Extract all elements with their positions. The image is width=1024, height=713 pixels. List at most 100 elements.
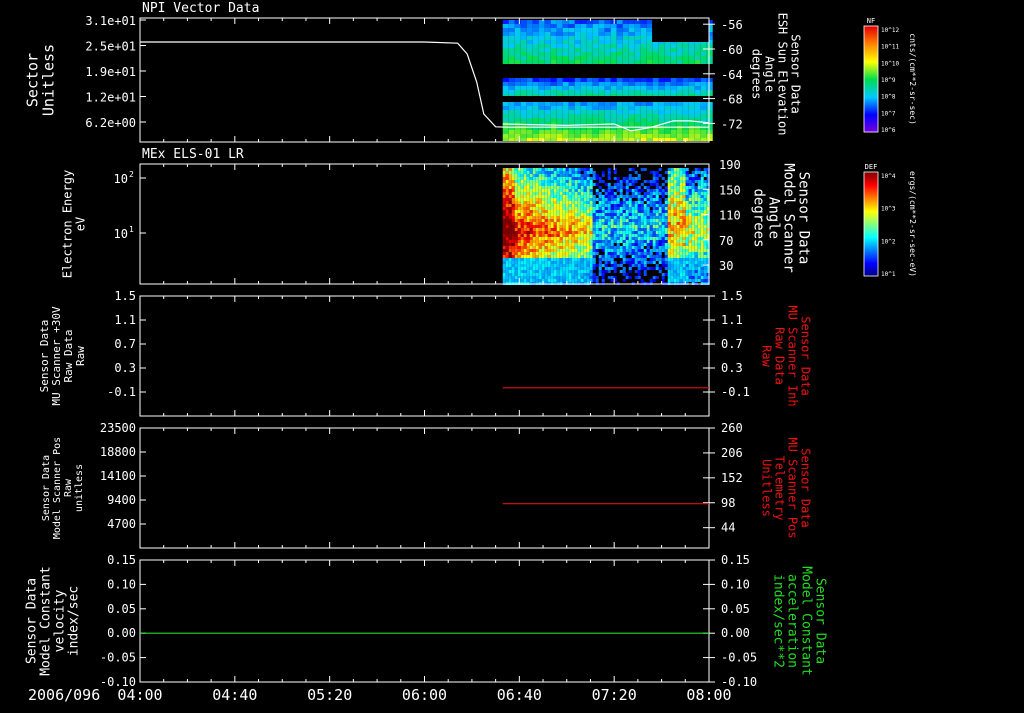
- heatmap-cell: [676, 219, 680, 222]
- heatmap-cell: [511, 249, 515, 252]
- spectrogram-cell: [544, 78, 551, 82]
- heatmap-cell: [679, 180, 683, 183]
- heatmap-cell: [547, 243, 551, 246]
- heatmap-cell: [703, 201, 707, 204]
- heatmap-cell: [577, 225, 581, 228]
- heatmap-cell: [550, 264, 554, 267]
- heatmap-cell: [520, 195, 524, 198]
- heatmap-cell: [568, 279, 572, 282]
- heatmap-cell: [658, 237, 662, 240]
- spectrogram-cell: [592, 118, 599, 122]
- spectrogram-cell: [706, 118, 713, 122]
- spectrogram-cell: [700, 86, 707, 90]
- heatmap-cell: [535, 225, 539, 228]
- spectrogram-cell: [592, 32, 599, 36]
- heatmap-cell: [628, 225, 632, 228]
- heatmap-cell: [565, 222, 569, 225]
- spectrogram-cell: [502, 94, 509, 96]
- heatmap-cell: [589, 270, 593, 273]
- heatmap-cell: [643, 210, 647, 213]
- heatmap-cell: [640, 279, 644, 282]
- heatmap-cell: [664, 249, 668, 252]
- spectrogram-cell: [706, 44, 713, 48]
- spectrogram-cell: [514, 110, 521, 114]
- heatmap-cell: [541, 213, 545, 216]
- heatmap-cell: [520, 168, 524, 171]
- heatmap-cell: [601, 219, 605, 222]
- heatmap-cell: [703, 243, 707, 246]
- heatmap-cell: [550, 198, 554, 201]
- heatmap-cell: [556, 171, 560, 174]
- heatmap-cell: [565, 213, 569, 216]
- heatmap-cell: [529, 270, 533, 273]
- heatmap-cell: [583, 216, 587, 219]
- heatmap-cell: [577, 195, 581, 198]
- heatmap-cell: [658, 216, 662, 219]
- heatmap-cell: [598, 222, 602, 225]
- spectrogram-cell: [544, 106, 551, 110]
- heatmap-cell: [610, 234, 614, 237]
- heatmap-cell: [649, 171, 653, 174]
- heatmap-cell: [685, 204, 689, 207]
- spectrogram-cell: [592, 138, 599, 141]
- y-tick-label-left: 2.5e+01: [85, 40, 136, 54]
- heatmap-cell: [508, 273, 512, 276]
- axis-label-right-line: degrees: [751, 188, 767, 247]
- spectrogram-cell: [532, 86, 539, 90]
- spectrogram-cell: [658, 86, 665, 90]
- heatmap-cell: [508, 201, 512, 204]
- heatmap-cell: [610, 213, 614, 216]
- heatmap-cell: [550, 243, 554, 246]
- spectrogram-cell: [670, 90, 677, 94]
- heatmap-cell: [538, 270, 542, 273]
- spectrogram-cell: [562, 20, 569, 24]
- spectrogram-cell: [586, 20, 593, 24]
- heatmap-cell: [637, 228, 641, 231]
- heatmap-cell: [634, 240, 638, 243]
- heatmap-cell: [652, 249, 656, 252]
- heatmap-cell: [556, 207, 560, 210]
- heatmap-cell: [535, 180, 539, 183]
- heatmap-cell: [691, 267, 695, 270]
- spectrogram-cell: [694, 56, 701, 60]
- heatmap-cell: [547, 177, 551, 180]
- heatmap-cell: [643, 219, 647, 222]
- heatmap-cell: [550, 261, 554, 264]
- heatmap-cell: [688, 198, 692, 201]
- spectrogram-cell: [568, 106, 575, 110]
- heatmap-cell: [703, 276, 707, 279]
- heatmap-cell: [652, 255, 656, 258]
- heatmap-cell: [631, 210, 635, 213]
- heatmap-cell: [559, 270, 563, 273]
- spectrogram-cell: [610, 130, 617, 134]
- heatmap-cell: [535, 270, 539, 273]
- heatmap-cell: [502, 240, 506, 243]
- heatmap-cell: [604, 219, 608, 222]
- heatmap-cell: [538, 180, 542, 183]
- heatmap-cell: [601, 279, 605, 282]
- spectrogram-cell: [634, 56, 641, 60]
- spectrogram-cell: [682, 114, 689, 118]
- heatmap-cell: [697, 201, 701, 204]
- heatmap-cell: [547, 234, 551, 237]
- heatmap-cell: [580, 180, 584, 183]
- heatmap-cell: [682, 174, 686, 177]
- heatmap-cell: [520, 207, 524, 210]
- spectrogram-cell: [658, 118, 665, 122]
- spectrogram-cell: [580, 24, 587, 28]
- heatmap-cell: [625, 249, 629, 252]
- spectrogram-cell: [604, 20, 611, 24]
- heatmap-cell: [565, 273, 569, 276]
- heatmap-cell: [532, 195, 536, 198]
- spectrogram-cell: [658, 106, 665, 110]
- heatmap-cell: [523, 195, 527, 198]
- heatmap-cell: [703, 216, 707, 219]
- colorbar-tick-label: 10^3: [881, 206, 896, 213]
- heatmap-cell: [517, 171, 521, 174]
- heatmap-cell: [532, 234, 536, 237]
- heatmap-cell: [640, 183, 644, 186]
- heatmap-cell: [610, 228, 614, 231]
- heatmap-cell: [511, 195, 515, 198]
- heatmap-cell: [562, 243, 566, 246]
- spectrogram-cell: [538, 52, 545, 56]
